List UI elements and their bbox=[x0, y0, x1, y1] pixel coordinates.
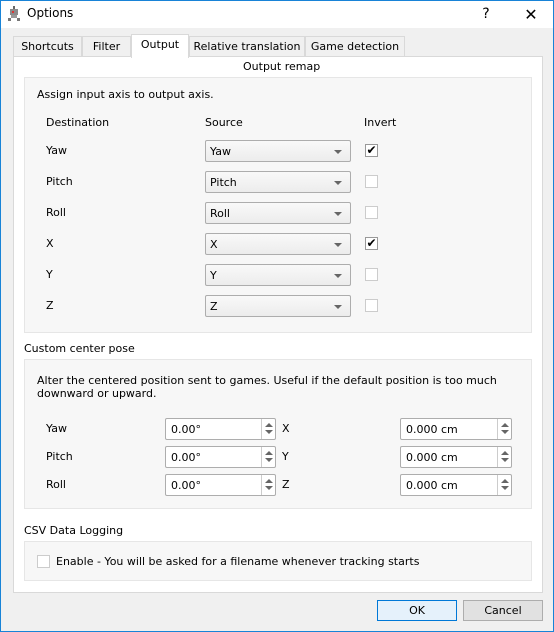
destination-header: Destination bbox=[46, 116, 110, 129]
arrow-down-icon[interactable] bbox=[265, 458, 273, 462]
close-button[interactable]: ✕ bbox=[509, 1, 553, 28]
output-remap-description: Assign input axis to output axis. bbox=[37, 88, 214, 101]
options-dialog: Options ? ✕ Shortcuts Filter Output Rela… bbox=[0, 0, 554, 632]
translation-label: Z bbox=[282, 478, 290, 491]
source-combobox[interactable]: Yaw bbox=[205, 140, 351, 162]
translation-spinbox[interactable]: 0.000 cm bbox=[400, 474, 512, 496]
tab-relative-translation[interactable]: Relative translation bbox=[189, 36, 305, 57]
spinbox-buttons[interactable] bbox=[497, 475, 511, 495]
chevron-down-icon bbox=[334, 274, 342, 278]
ok-button[interactable]: OK bbox=[377, 600, 457, 621]
chevron-down-icon bbox=[334, 150, 342, 154]
invert-checkbox[interactable]: ✔ bbox=[365, 237, 378, 250]
output-remap-group: Assign input axis to output axis. Destin… bbox=[24, 77, 532, 333]
center-pose-group: Alter the centered position sent to game… bbox=[24, 359, 532, 509]
chevron-down-icon bbox=[334, 212, 342, 216]
source-value: X bbox=[210, 238, 218, 251]
csv-enable-checkbox[interactable] bbox=[37, 555, 50, 568]
close-icon: ✕ bbox=[524, 5, 538, 24]
source-value: Y bbox=[210, 269, 217, 282]
source-combobox[interactable]: Roll bbox=[205, 202, 351, 224]
title-bar: Options ? ✕ bbox=[1, 1, 553, 28]
center-pose-title: Custom center pose bbox=[24, 342, 135, 355]
arrow-down-icon[interactable] bbox=[501, 486, 509, 490]
rotation-spinbox[interactable]: 0.00° bbox=[165, 418, 276, 440]
source-header: Source bbox=[205, 116, 243, 129]
spinbox-buttons[interactable] bbox=[497, 419, 511, 439]
invert-checkbox[interactable] bbox=[365, 206, 378, 219]
spinbox-buttons[interactable] bbox=[497, 447, 511, 467]
checkmark-icon: ✔ bbox=[366, 143, 377, 157]
spinbox-value: 0.00° bbox=[171, 451, 201, 464]
window-title: Options bbox=[27, 6, 74, 20]
csv-enable-label: Enable - You will be asked for a filenam… bbox=[56, 555, 420, 568]
invert-checkbox[interactable] bbox=[365, 175, 378, 188]
spinbox-buttons[interactable] bbox=[261, 419, 275, 439]
rotation-label: Yaw bbox=[46, 422, 67, 435]
translation-label: Y bbox=[282, 450, 289, 463]
tracker-icon bbox=[8, 6, 20, 21]
destination-label: X bbox=[46, 237, 54, 250]
spinbox-value: 0.00° bbox=[171, 479, 201, 492]
tab-shortcuts[interactable]: Shortcuts bbox=[13, 36, 82, 57]
translation-label: X bbox=[282, 422, 290, 435]
spinbox-value: 0.000 cm bbox=[406, 451, 458, 464]
arrow-down-icon[interactable] bbox=[265, 486, 273, 490]
source-value: Z bbox=[210, 300, 218, 313]
destination-label: Yaw bbox=[46, 144, 67, 157]
destination-label: Pitch bbox=[46, 175, 73, 188]
source-combobox[interactable]: Pitch bbox=[205, 171, 351, 193]
source-value: Pitch bbox=[210, 176, 237, 189]
arrow-down-icon[interactable] bbox=[501, 458, 509, 462]
tab-game-detection[interactable]: Game detection bbox=[305, 36, 405, 57]
csv-logging-title: CSV Data Logging bbox=[24, 524, 124, 537]
output-remap-title: Output remap bbox=[243, 60, 321, 73]
source-combobox[interactable]: Y bbox=[205, 264, 351, 286]
chevron-down-icon bbox=[334, 305, 342, 309]
arrow-up-icon[interactable] bbox=[501, 479, 509, 483]
invert-checkbox[interactable] bbox=[365, 268, 378, 281]
arrow-up-icon[interactable] bbox=[265, 479, 273, 483]
destination-label: Roll bbox=[46, 206, 66, 219]
rotation-spinbox[interactable]: 0.00° bbox=[165, 474, 276, 496]
spinbox-buttons[interactable] bbox=[261, 447, 275, 467]
csv-logging-group: Enable - You will be asked for a filenam… bbox=[24, 541, 532, 581]
invert-checkbox[interactable] bbox=[365, 299, 378, 312]
spinbox-value: 0.00° bbox=[171, 423, 201, 436]
arrow-up-icon[interactable] bbox=[501, 451, 509, 455]
arrow-up-icon[interactable] bbox=[265, 423, 273, 427]
checkmark-icon: ✔ bbox=[366, 236, 377, 250]
arrow-down-icon[interactable] bbox=[501, 430, 509, 434]
source-combobox[interactable]: X bbox=[205, 233, 351, 255]
arrow-up-icon[interactable] bbox=[265, 451, 273, 455]
spinbox-value: 0.000 cm bbox=[406, 479, 458, 492]
tab-output[interactable]: Output bbox=[131, 34, 189, 58]
cancel-button[interactable]: Cancel bbox=[463, 600, 543, 621]
translation-spinbox[interactable]: 0.000 cm bbox=[400, 418, 512, 440]
spinbox-buttons[interactable] bbox=[261, 475, 275, 495]
arrow-up-icon[interactable] bbox=[501, 423, 509, 427]
source-value: Roll bbox=[210, 207, 230, 220]
invert-header: Invert bbox=[364, 116, 397, 129]
destination-label: Z bbox=[46, 299, 54, 312]
source-combobox[interactable]: Z bbox=[205, 295, 351, 317]
spinbox-value: 0.000 cm bbox=[406, 423, 458, 436]
destination-label: Y bbox=[46, 268, 53, 281]
rotation-spinbox[interactable]: 0.00° bbox=[165, 446, 276, 468]
source-value: Yaw bbox=[210, 145, 231, 158]
chevron-down-icon bbox=[334, 181, 342, 185]
help-button[interactable]: ? bbox=[471, 1, 501, 28]
chevron-down-icon bbox=[334, 243, 342, 247]
arrow-down-icon[interactable] bbox=[265, 430, 273, 434]
translation-spinbox[interactable]: 0.000 cm bbox=[400, 446, 512, 468]
rotation-label: Roll bbox=[46, 478, 66, 491]
tab-filter[interactable]: Filter bbox=[82, 36, 131, 57]
rotation-label: Pitch bbox=[46, 450, 73, 463]
center-pose-description: Alter the centered position sent to game… bbox=[37, 374, 497, 400]
invert-checkbox[interactable]: ✔ bbox=[365, 144, 378, 157]
output-tab-panel: Output remap Assign input axis to output… bbox=[13, 56, 543, 593]
